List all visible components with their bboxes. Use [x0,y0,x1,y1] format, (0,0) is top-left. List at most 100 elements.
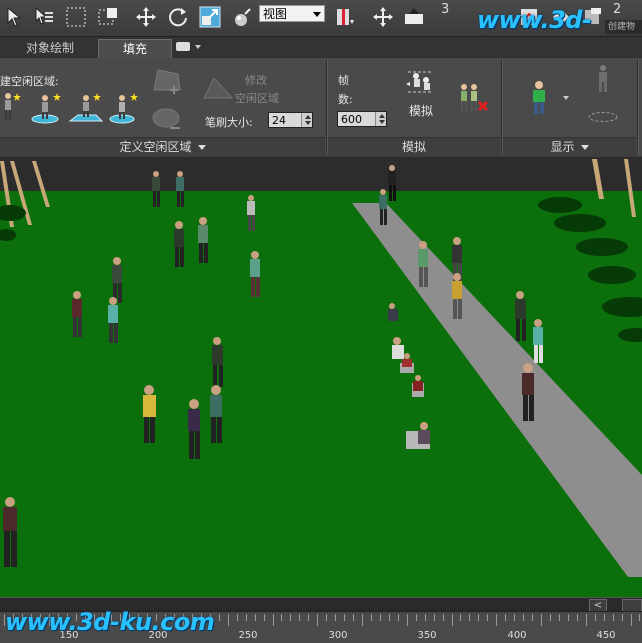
chevron-down-icon [197,145,206,150]
display-panel [503,58,636,136]
delete-simulation-icon[interactable] [456,82,492,116]
timeline-tick [451,614,453,626]
spinner-up-icon[interactable] [379,114,385,118]
keyboard-shortcut-icon[interactable] [401,4,427,30]
view-dropdown-value: 视图 [263,7,288,21]
select-and-manipulate-icon[interactable] [370,4,396,30]
remove-idle-area-icon[interactable] [150,104,186,134]
brush-size-value: 24 [272,114,286,127]
idle-area-circle-icon[interactable] [30,91,66,125]
idle-area-point-icon[interactable] [106,91,142,125]
window-crossing-icon[interactable] [95,4,121,30]
ribbon-tab-row: 对象绘制 填充 [0,37,642,59]
modify-idle-area-icon[interactable] [202,74,236,102]
scale-icon[interactable] [197,4,223,30]
modify-label: 修改 [245,74,267,87]
display-title: 显示 [550,140,575,154]
timeline-tick [362,614,363,626]
timeline-tick [245,614,247,621]
timeline-tick [460,614,462,621]
display-footer[interactable]: 显示 [503,137,636,157]
timeline-tick [415,614,417,621]
brush-size-spinner[interactable]: 24 [268,112,313,128]
timeline-tick [433,614,435,621]
rectangular-selection-icon[interactable] [63,4,89,30]
timeline-tick [353,614,355,621]
timeline-label: 400 [507,630,527,641]
timeline-tick [344,614,346,621]
add-idle-area-icon[interactable] [150,66,186,96]
display-ground-icon[interactable] [587,108,619,122]
display-outline-character-icon[interactable] [591,64,615,94]
spinner-down-icon[interactable] [305,121,311,125]
timeline-tick [308,614,310,621]
main-toolbar: 视图 3 2 创建物 www.3d-ku.com [0,0,642,62]
ribbon: 建空闲区域: 修改 空闲区域 笔刷大小: 24 定义空闲区域 帧 数: 600 … [0,58,642,157]
create-idle-area-label: 建空闲区域: [0,75,59,88]
select-object-icon[interactable] [2,4,28,30]
timeline-label: 250 [238,630,258,641]
chevron-down-icon [313,12,321,17]
timeline-tick [532,614,534,621]
perspective-viewport[interactable] [0,157,642,597]
chevron-down-icon[interactable] [195,45,201,49]
timeline-tick [630,614,632,626]
simulate-title: 模拟 [401,140,426,154]
simulate-button-label[interactable]: 模拟 [409,102,433,119]
snap-counter[interactable]: 3 [441,2,449,17]
brush-size-label: 笔刷大小: [205,116,253,129]
timeline-tick [541,614,542,626]
ribbon-minimize-icon[interactable] [176,42,190,51]
chevron-down-icon [580,145,589,150]
idle-area-label: 空闲区域 [235,92,279,105]
simulate-panel: 帧 数: 600 模拟 [328,58,500,136]
tab-populate[interactable]: 填充 [98,39,172,59]
timeline-tick [424,614,426,621]
timeline-tick [218,614,220,621]
define-idle-area-footer[interactable]: 定义空闲区域 [0,137,325,157]
select-by-name-icon[interactable] [31,4,57,30]
timeline-tick [326,614,328,621]
frames-spinner[interactable]: 600 [337,111,387,127]
timeline-tick [254,614,256,621]
idle-area-freeform-icon[interactable] [68,91,104,125]
spinner-down-icon[interactable] [379,120,385,124]
timeline-tick [379,614,381,621]
scene-render [0,159,642,577]
timeline-tick [567,614,569,621]
timeline-tick [505,614,507,621]
timeline-tick [612,614,614,621]
timeline-tick [388,614,390,621]
timeline-tick [370,614,372,621]
timeline-tick [406,614,408,626]
spinner-up-icon[interactable] [305,115,311,119]
timeline-tick [639,614,641,621]
timeline-tick [523,614,525,621]
timeline-label: 450 [596,630,616,641]
simulate-icon[interactable] [404,64,438,98]
timeline-tick [236,614,238,621]
move-icon[interactable] [133,4,159,30]
reference-coordinate-dropdown[interactable]: 视图 [259,5,325,22]
timeline-tick [335,614,337,621]
display-character-icon[interactable] [527,80,551,116]
timeline-tick [290,614,292,621]
timeline-tick [478,614,480,621]
frames-value: 600 [341,113,362,126]
idle-person-icon[interactable] [0,91,24,125]
timeline-tick [585,614,587,626]
timeline-tick [496,614,498,626]
tab-object-paint[interactable]: 对象绘制 [10,39,90,58]
tree-shadows [0,197,642,342]
pivot-center-icon[interactable] [332,4,358,30]
timeline-tick [442,614,444,621]
timeline-tick [281,614,283,621]
timeline-tick [469,614,471,621]
chevron-down-icon[interactable] [563,96,569,100]
simulate-footer: 模拟 [328,137,500,157]
place-icon[interactable] [229,4,255,30]
frames-label: 帧 [338,74,349,87]
rotate-icon[interactable] [165,4,191,30]
walkway [352,203,642,577]
timeline-tick [397,614,399,621]
